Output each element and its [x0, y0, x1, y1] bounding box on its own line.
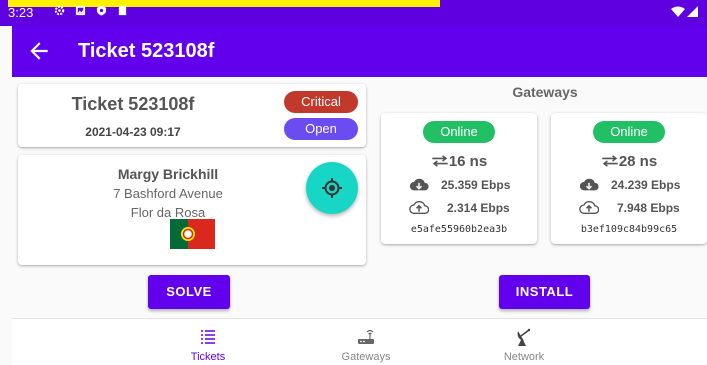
gateway-upload-value: 2.314 Ebps — [447, 200, 510, 215]
settings-icon — [54, 5, 65, 16]
locate-button[interactable] — [306, 162, 358, 214]
gateway-card[interactable]: Online 28 ns 24.239 Ebps 7.948 Ebps b3ef… — [551, 113, 707, 244]
gateway-upload: 7.948 Ebps — [579, 200, 680, 215]
gateway-card[interactable]: Online 16 ns 25.359 Ebps 2.314 Ebps e5af… — [381, 113, 537, 244]
photo-icon — [75, 5, 86, 16]
gateway-id: e5afe55960b2ea3b — [410, 224, 508, 235]
gateway-latency: 16 ns — [381, 153, 537, 170]
gateway-latency-value: 16 ns — [448, 153, 488, 170]
contact-name: Margy Brickhill — [117, 166, 219, 182]
router-icon — [358, 329, 374, 344]
priority-badge: Critical — [284, 91, 358, 113]
wifi-icon — [671, 6, 685, 17]
swap-horiz-icon — [432, 155, 448, 167]
gateway-download-value: 24.239 Ebps — [611, 177, 681, 192]
nav-label-tickets: Tickets — [190, 351, 226, 363]
cloud-upload-icon — [579, 201, 599, 214]
contact-address: 7 Bashford Avenue — [113, 186, 223, 201]
shield-icon — [96, 5, 107, 16]
cloud-download-icon — [409, 178, 429, 191]
cloud-download-icon — [579, 178, 599, 191]
page-title: Ticket 523108f — [78, 40, 215, 62]
gateway-latency: 28 ns — [551, 153, 707, 170]
nav-label-network: Network — [503, 351, 545, 363]
portugal-flag-icon — [170, 219, 215, 249]
gateway-upload-value: 7.948 Ebps — [617, 200, 680, 215]
gps-fixed-icon — [322, 178, 342, 198]
gateway-status-badge: Online — [423, 121, 495, 143]
list-icon — [201, 330, 215, 344]
status-bar: 3:23 — [0, 0, 707, 26]
nav-label-gateways: Gateways — [341, 351, 391, 363]
app-bar: Ticket 523108f — [12, 26, 707, 77]
install-button[interactable]: INSTALL — [499, 275, 590, 309]
status-icons — [54, 5, 128, 16]
ticket-card: Ticket 523108f 2021-04-23 09:17 Critical… — [18, 84, 366, 147]
sd-card-icon — [118, 5, 127, 16]
solve-button[interactable]: SOLVE — [148, 275, 230, 309]
bottom-navigation: Tickets Gateways Network — [12, 318, 707, 365]
gateway-download-value: 25.359 Ebps — [441, 177, 511, 192]
back-arrow-icon[interactable] — [26, 38, 52, 64]
gateway-status-badge: Online — [593, 121, 665, 143]
signal-icon — [671, 6, 698, 17]
ticket-title: Ticket 523108f — [71, 94, 195, 114]
gateway-download: 24.239 Ebps — [579, 177, 680, 192]
cloud-upload-icon — [409, 201, 429, 214]
satellite-dish-icon — [517, 328, 531, 346]
ticket-date: 2021-04-23 09:17 — [85, 125, 181, 139]
status-badge: Open — [284, 118, 358, 140]
gateways-heading: Gateways — [512, 84, 578, 100]
status-time: 3:23 — [8, 5, 34, 20]
gateway-id: b3ef109c84b99c65 — [580, 224, 678, 235]
swap-horiz-icon — [602, 155, 618, 167]
gateway-download: 25.359 Ebps — [409, 177, 510, 192]
gateway-upload: 2.314 Ebps — [409, 200, 510, 215]
contact-city: Flor da Rosa — [130, 205, 206, 220]
gateway-latency-value: 28 ns — [618, 153, 658, 170]
